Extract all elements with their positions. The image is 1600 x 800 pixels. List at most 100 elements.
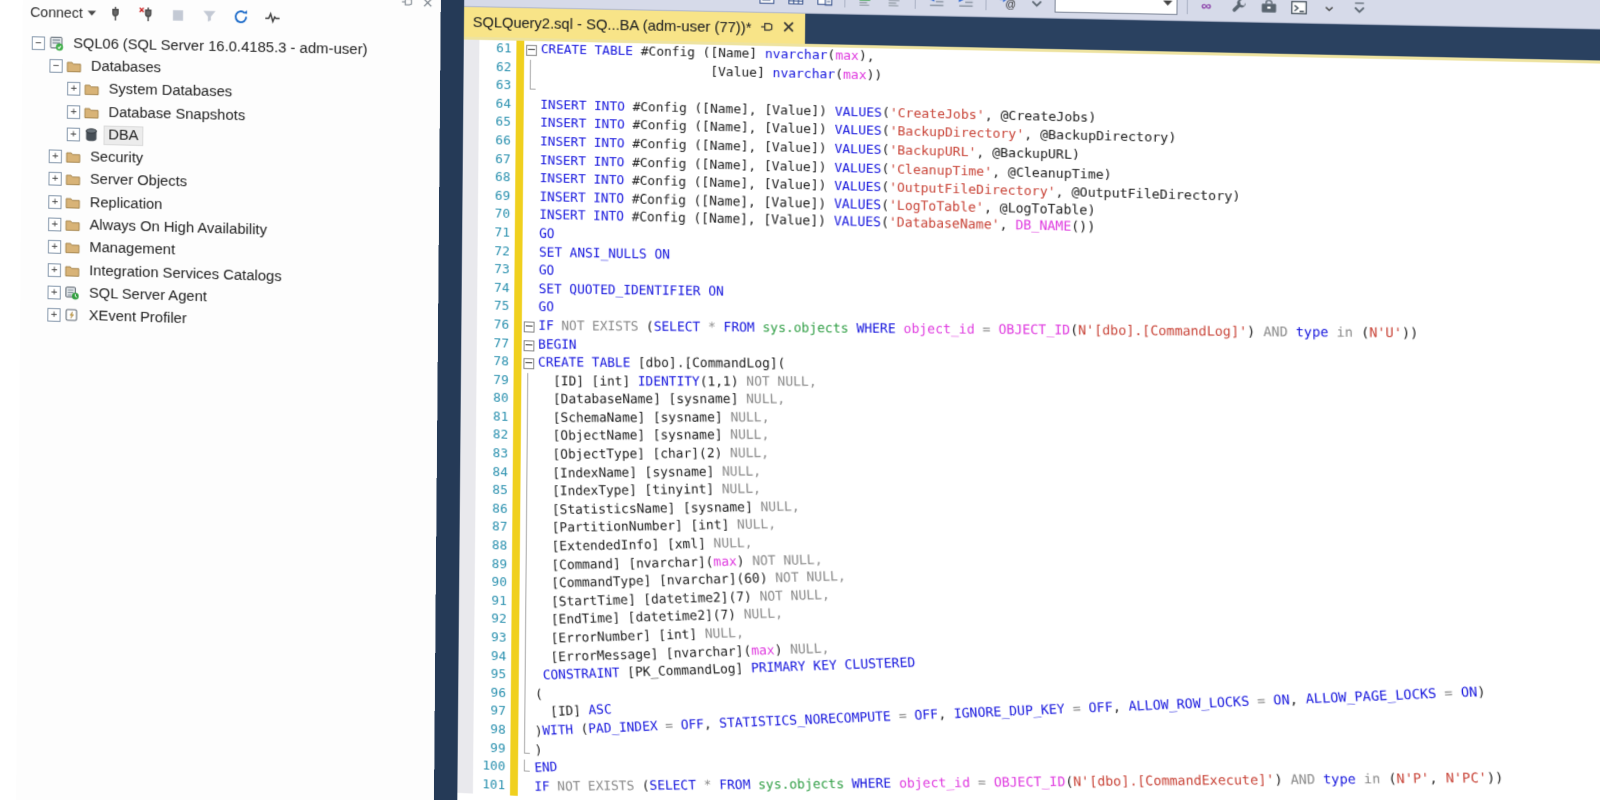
glyph-margin [461, 389, 477, 408]
expand-icon[interactable]: + [48, 195, 61, 209]
expand-icon[interactable]: + [48, 263, 61, 277]
expand-icon[interactable]: + [67, 82, 80, 96]
toolbar-separator [844, 0, 845, 7]
fold-margin [519, 630, 536, 649]
line-number: 63 [479, 77, 516, 96]
glyph-margin [462, 187, 478, 206]
line-number: 98 [473, 720, 510, 740]
line-number: 90 [475, 573, 512, 593]
glyph-margin [458, 646, 474, 665]
fold-margin [519, 686, 536, 705]
agent-icon [64, 285, 80, 301]
results-to-grid-icon[interactable] [784, 0, 806, 9]
change-tracking-bar [515, 206, 523, 225]
glyph-margin [461, 352, 477, 371]
fold-collapse-icon[interactable] [521, 354, 538, 373]
expand-icon[interactable]: + [48, 285, 61, 299]
change-tracking-bar [513, 372, 521, 391]
toolbar-separator [985, 0, 986, 10]
expand-icon[interactable]: + [67, 105, 80, 119]
close-icon[interactable] [782, 20, 795, 37]
line-number: 61 [479, 40, 516, 59]
connect-plug-icon[interactable] [104, 3, 127, 25]
uncomment-icon[interactable] [883, 0, 905, 11]
code-editor[interactable]: 61CREATE TABLE #Config ([Name] nvarchar(… [457, 40, 1600, 800]
template-parameters-icon[interactable]: @ [996, 0, 1019, 13]
filter-icon [198, 5, 221, 27]
glyph-margin [460, 517, 476, 536]
line-number: 96 [474, 684, 511, 704]
expand-icon[interactable]: + [48, 218, 61, 232]
change-tracking-bar [512, 593, 520, 612]
results-to-file-icon[interactable] [813, 0, 835, 9]
line-number: 67 [478, 150, 515, 169]
overflow-chevron-icon[interactable] [1025, 0, 1048, 13]
line-number: 85 [475, 481, 512, 501]
expand-icon[interactable]: + [49, 150, 62, 164]
tab-title: SQLQuery2.sql - SQ...BA (adm-user (77))* [473, 14, 752, 37]
glyph-margin [460, 444, 476, 463]
fold-collapse-icon[interactable] [522, 336, 539, 355]
glyph-margin [460, 481, 476, 500]
close-icon[interactable] [422, 0, 433, 13]
line-number: 71 [478, 224, 515, 243]
collapse-icon[interactable]: − [32, 36, 45, 50]
connect-label: Connect [30, 4, 83, 22]
pin-icon[interactable] [401, 0, 413, 13]
toolbox-icon[interactable] [1257, 0, 1280, 18]
collapse-icon[interactable]: − [49, 59, 62, 73]
fold-margin [523, 133, 540, 152]
line-number: 87 [475, 518, 512, 538]
glyph-margin [461, 315, 477, 334]
decrease-indent-icon[interactable] [925, 0, 947, 11]
fold-margin [523, 151, 540, 170]
activity-monitor-icon[interactable] [261, 6, 284, 28]
editor-combo-box[interactable] [1055, 0, 1178, 15]
line-number: 101 [473, 776, 510, 796]
tree-item-label: DBA [104, 126, 142, 145]
glyph-margin [459, 609, 475, 628]
folder-icon [65, 240, 81, 256]
wrench-icon[interactable] [1227, 0, 1250, 17]
glyph-margin [458, 665, 474, 684]
change-tracking-bar [516, 133, 524, 152]
dropdown-caret-icon[interactable] [1317, 0, 1340, 19]
document-tab[interactable]: SQLQuery2.sql - SQ...BA (adm-user (77))* [464, 7, 806, 44]
change-tracking-bar [513, 483, 521, 502]
change-tracking-bar [511, 685, 519, 704]
increase-indent-icon[interactable] [954, 0, 976, 12]
tree-item-label: Always On High Availability [86, 217, 271, 240]
comment-out-icon[interactable] [854, 0, 876, 10]
glyph-margin [458, 683, 474, 702]
glyph-margin [464, 40, 480, 59]
expand-icon[interactable]: + [48, 172, 61, 186]
change-tracking-bar [513, 409, 521, 428]
xevent-icon [64, 308, 80, 324]
line-number: 68 [478, 169, 515, 188]
fold-margin [518, 704, 535, 723]
line-number: 97 [474, 702, 511, 722]
folder-icon [65, 262, 81, 278]
disconnect-plug-icon[interactable] [136, 3, 159, 25]
line-number: 93 [474, 628, 511, 648]
expand-icon[interactable]: + [67, 127, 80, 141]
connect-button[interactable]: Connect [30, 4, 96, 22]
expand-icon[interactable]: + [47, 308, 60, 322]
command-window-icon[interactable] [1287, 0, 1310, 19]
fold-margin [518, 778, 535, 797]
fold-margin [523, 115, 540, 134]
fold-collapse-icon[interactable] [522, 317, 539, 336]
object-explorer-tree: −SQL06 (SQL Server 16.0.4185.3 - adm-use… [20, 31, 440, 339]
object-explorer-toolbar: Connect [23, 0, 441, 33]
change-tracking-bar [512, 538, 520, 557]
line-number: 69 [478, 187, 515, 206]
overflow-chevron-icon[interactable] [1347, 0, 1370, 20]
tree-item-label: Server Objects [86, 171, 191, 191]
fold-collapse-icon[interactable] [524, 41, 541, 60]
pin-icon[interactable] [761, 19, 774, 36]
results-to-text-icon[interactable] [755, 0, 777, 8]
fold-margin [520, 520, 537, 539]
refresh-icon[interactable] [230, 5, 253, 27]
vs-logo-icon[interactable]: ∞ [1197, 0, 1220, 17]
expand-icon[interactable]: + [48, 240, 61, 254]
